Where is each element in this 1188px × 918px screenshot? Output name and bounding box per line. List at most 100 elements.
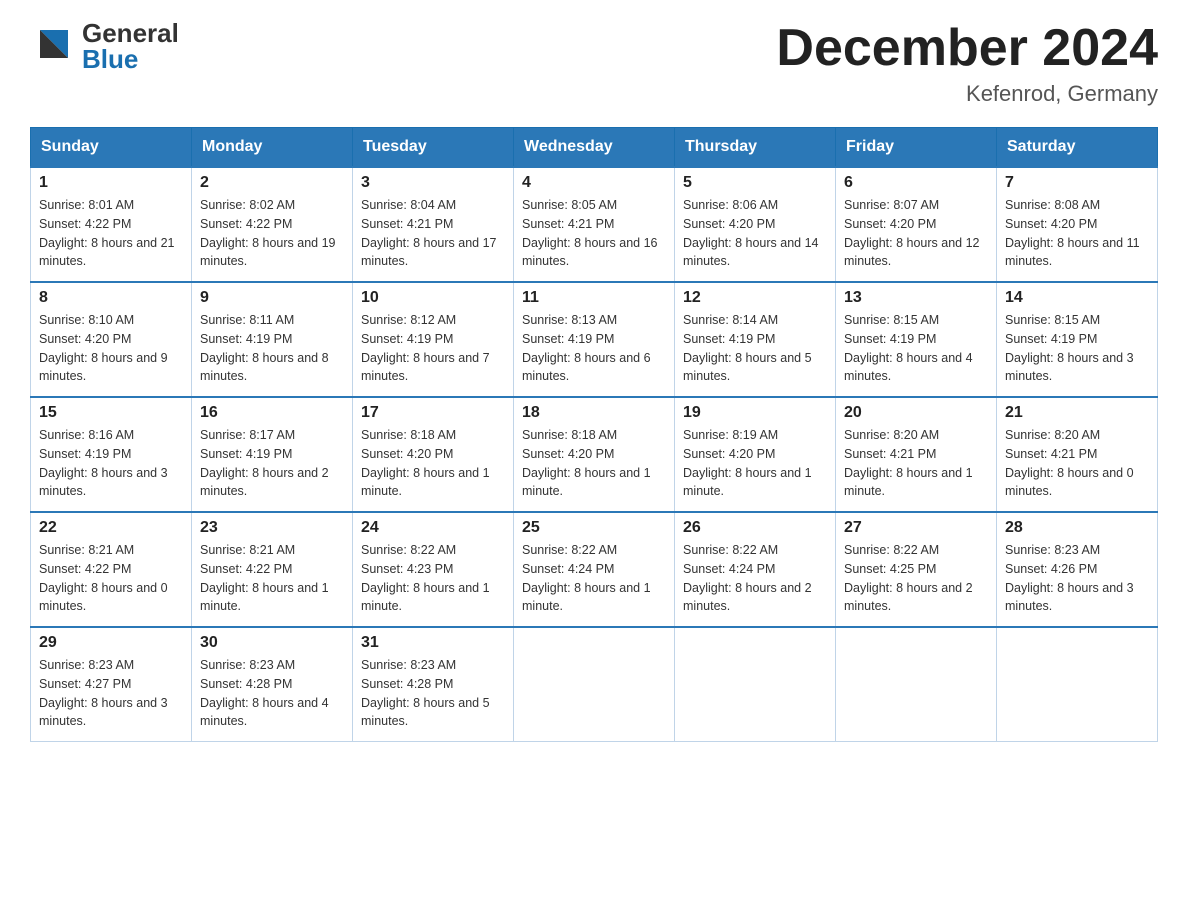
day-info: Sunrise: 8:22 AM Sunset: 4:23 PM Dayligh… [361, 541, 505, 616]
daylight-label: Daylight: 8 hours and 1 minute. [522, 466, 651, 499]
calendar-day-cell [836, 627, 997, 742]
week-row-5: 29 Sunrise: 8:23 AM Sunset: 4:27 PM Dayl… [31, 627, 1158, 742]
day-info: Sunrise: 8:15 AM Sunset: 4:19 PM Dayligh… [1005, 311, 1149, 386]
logo-blue-text: Blue [82, 46, 179, 72]
sunset-label: Sunset: 4:22 PM [39, 562, 131, 576]
page-title: December 2024 [776, 20, 1158, 77]
calendar-day-cell: 26 Sunrise: 8:22 AM Sunset: 4:24 PM Dayl… [675, 512, 836, 627]
day-number: 6 [844, 174, 988, 192]
calendar-day-cell: 6 Sunrise: 8:07 AM Sunset: 4:20 PM Dayli… [836, 167, 997, 282]
day-number: 3 [361, 174, 505, 192]
day-number: 2 [200, 174, 344, 192]
page-subtitle: Kefenrod, Germany [776, 81, 1158, 107]
sunset-label: Sunset: 4:26 PM [1005, 562, 1097, 576]
sunrise-label: Sunrise: 8:04 AM [361, 198, 456, 212]
daylight-label: Daylight: 8 hours and 3 minutes. [1005, 351, 1134, 384]
daylight-label: Daylight: 8 hours and 21 minutes. [39, 236, 175, 269]
daylight-label: Daylight: 8 hours and 0 minutes. [1005, 466, 1134, 499]
sunset-label: Sunset: 4:20 PM [39, 332, 131, 346]
sunrise-label: Sunrise: 8:16 AM [39, 428, 134, 442]
sunrise-label: Sunrise: 8:22 AM [683, 543, 778, 557]
sunset-label: Sunset: 4:25 PM [844, 562, 936, 576]
calendar-day-cell: 14 Sunrise: 8:15 AM Sunset: 4:19 PM Dayl… [997, 282, 1158, 397]
day-number: 27 [844, 519, 988, 537]
sunset-label: Sunset: 4:21 PM [522, 217, 614, 231]
calendar-day-cell: 1 Sunrise: 8:01 AM Sunset: 4:22 PM Dayli… [31, 167, 192, 282]
day-number: 14 [1005, 289, 1149, 307]
daylight-label: Daylight: 8 hours and 3 minutes. [39, 696, 168, 729]
logo-text-block: General Blue [82, 20, 179, 72]
day-number: 18 [522, 404, 666, 422]
week-row-3: 15 Sunrise: 8:16 AM Sunset: 4:19 PM Dayl… [31, 397, 1158, 512]
day-number: 31 [361, 634, 505, 652]
calendar-header-row: Sunday Monday Tuesday Wednesday Thursday… [31, 128, 1158, 168]
calendar-day-cell: 28 Sunrise: 8:23 AM Sunset: 4:26 PM Dayl… [997, 512, 1158, 627]
daylight-label: Daylight: 8 hours and 5 minutes. [683, 351, 812, 384]
day-info: Sunrise: 8:14 AM Sunset: 4:19 PM Dayligh… [683, 311, 827, 386]
sunset-label: Sunset: 4:20 PM [361, 447, 453, 461]
day-number: 20 [844, 404, 988, 422]
daylight-label: Daylight: 8 hours and 9 minutes. [39, 351, 168, 384]
sunrise-label: Sunrise: 8:13 AM [522, 313, 617, 327]
sunrise-label: Sunrise: 8:14 AM [683, 313, 778, 327]
sunset-label: Sunset: 4:19 PM [522, 332, 614, 346]
day-number: 30 [200, 634, 344, 652]
day-number: 16 [200, 404, 344, 422]
calendar-day-cell: 13 Sunrise: 8:15 AM Sunset: 4:19 PM Dayl… [836, 282, 997, 397]
day-info: Sunrise: 8:21 AM Sunset: 4:22 PM Dayligh… [39, 541, 183, 616]
day-number: 13 [844, 289, 988, 307]
day-info: Sunrise: 8:10 AM Sunset: 4:20 PM Dayligh… [39, 311, 183, 386]
sunrise-label: Sunrise: 8:10 AM [39, 313, 134, 327]
calendar-day-cell: 2 Sunrise: 8:02 AM Sunset: 4:22 PM Dayli… [192, 167, 353, 282]
sunset-label: Sunset: 4:21 PM [361, 217, 453, 231]
week-row-1: 1 Sunrise: 8:01 AM Sunset: 4:22 PM Dayli… [31, 167, 1158, 282]
calendar-day-cell: 5 Sunrise: 8:06 AM Sunset: 4:20 PM Dayli… [675, 167, 836, 282]
day-number: 29 [39, 634, 183, 652]
calendar-day-cell: 25 Sunrise: 8:22 AM Sunset: 4:24 PM Dayl… [514, 512, 675, 627]
col-saturday: Saturday [997, 128, 1158, 168]
day-info: Sunrise: 8:22 AM Sunset: 4:24 PM Dayligh… [683, 541, 827, 616]
day-number: 19 [683, 404, 827, 422]
sunset-label: Sunset: 4:22 PM [200, 217, 292, 231]
sunset-label: Sunset: 4:24 PM [522, 562, 614, 576]
sunset-label: Sunset: 4:21 PM [1005, 447, 1097, 461]
calendar-day-cell: 20 Sunrise: 8:20 AM Sunset: 4:21 PM Dayl… [836, 397, 997, 512]
sunrise-label: Sunrise: 8:18 AM [361, 428, 456, 442]
day-info: Sunrise: 8:05 AM Sunset: 4:21 PM Dayligh… [522, 196, 666, 271]
day-info: Sunrise: 8:23 AM Sunset: 4:26 PM Dayligh… [1005, 541, 1149, 616]
calendar-day-cell: 29 Sunrise: 8:23 AM Sunset: 4:27 PM Dayl… [31, 627, 192, 742]
calendar-day-cell: 19 Sunrise: 8:19 AM Sunset: 4:20 PM Dayl… [675, 397, 836, 512]
col-thursday: Thursday [675, 128, 836, 168]
sunset-label: Sunset: 4:22 PM [39, 217, 131, 231]
daylight-label: Daylight: 8 hours and 2 minutes. [683, 581, 812, 614]
daylight-label: Daylight: 8 hours and 12 minutes. [844, 236, 980, 269]
sunrise-label: Sunrise: 8:11 AM [200, 313, 294, 327]
calendar-day-cell: 24 Sunrise: 8:22 AM Sunset: 4:23 PM Dayl… [353, 512, 514, 627]
col-wednesday: Wednesday [514, 128, 675, 168]
sunrise-label: Sunrise: 8:07 AM [844, 198, 939, 212]
daylight-label: Daylight: 8 hours and 1 minute. [200, 581, 329, 614]
daylight-label: Daylight: 8 hours and 6 minutes. [522, 351, 651, 384]
week-row-2: 8 Sunrise: 8:10 AM Sunset: 4:20 PM Dayli… [31, 282, 1158, 397]
calendar-day-cell: 7 Sunrise: 8:08 AM Sunset: 4:20 PM Dayli… [997, 167, 1158, 282]
day-info: Sunrise: 8:15 AM Sunset: 4:19 PM Dayligh… [844, 311, 988, 386]
calendar-day-cell: 30 Sunrise: 8:23 AM Sunset: 4:28 PM Dayl… [192, 627, 353, 742]
day-number: 24 [361, 519, 505, 537]
col-tuesday: Tuesday [353, 128, 514, 168]
day-number: 17 [361, 404, 505, 422]
sunrise-label: Sunrise: 8:22 AM [361, 543, 456, 557]
sunset-label: Sunset: 4:20 PM [1005, 217, 1097, 231]
sunset-label: Sunset: 4:28 PM [200, 677, 292, 691]
daylight-label: Daylight: 8 hours and 1 minute. [361, 581, 490, 614]
page-header: General Blue December 2024 Kefenrod, Ger… [30, 20, 1158, 107]
daylight-label: Daylight: 8 hours and 1 minute. [844, 466, 973, 499]
day-number: 23 [200, 519, 344, 537]
sunrise-label: Sunrise: 8:22 AM [522, 543, 617, 557]
calendar-day-cell: 9 Sunrise: 8:11 AM Sunset: 4:19 PM Dayli… [192, 282, 353, 397]
sunset-label: Sunset: 4:22 PM [200, 562, 292, 576]
sunset-label: Sunset: 4:19 PM [844, 332, 936, 346]
day-info: Sunrise: 8:20 AM Sunset: 4:21 PM Dayligh… [844, 426, 988, 501]
sunset-label: Sunset: 4:28 PM [361, 677, 453, 691]
day-number: 26 [683, 519, 827, 537]
calendar-day-cell: 17 Sunrise: 8:18 AM Sunset: 4:20 PM Dayl… [353, 397, 514, 512]
